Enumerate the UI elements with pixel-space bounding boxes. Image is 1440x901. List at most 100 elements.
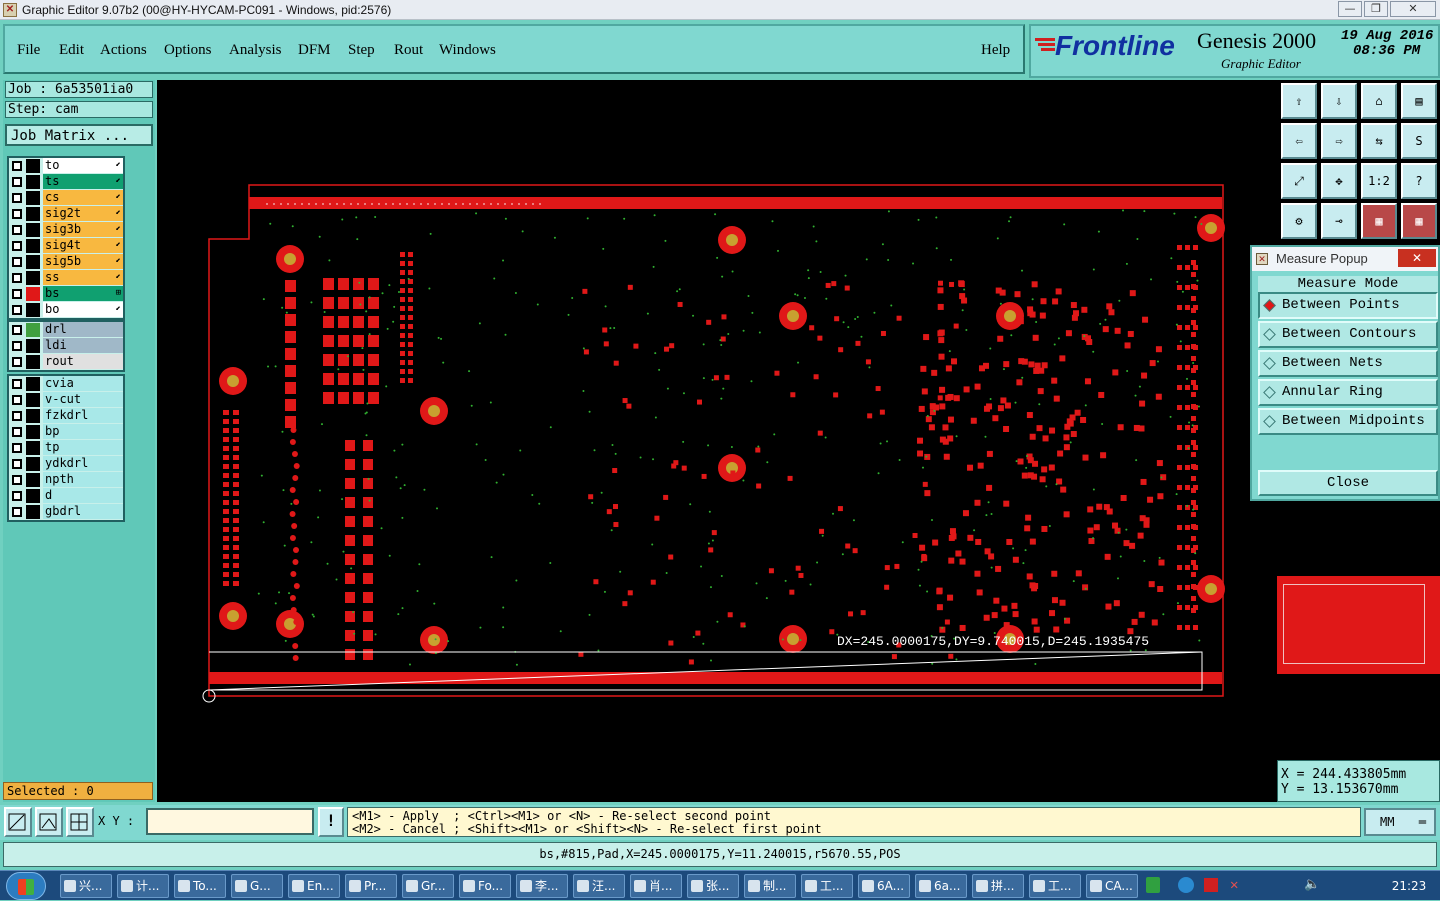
tray-network-icon[interactable]: ✕ <box>1230 877 1238 893</box>
layer-name[interactable]: d <box>43 488 123 503</box>
layer-name[interactable]: bs <box>43 286 123 301</box>
close-button[interactable]: ✕ <box>1390 1 1436 17</box>
layer-row-bo[interactable]: bo ⬋ <box>9 302 123 318</box>
tray-volume-icon[interactable]: 🔈 <box>1304 877 1320 892</box>
layer-name[interactable]: v-cut <box>43 392 123 407</box>
snake-icon[interactable]: S <box>1401 123 1437 159</box>
tray-app-icon[interactable] <box>1146 877 1160 893</box>
taskbar-item[interactable]: 汪... <box>573 874 625 898</box>
ratio-icon[interactable]: 1:2 <box>1361 163 1397 199</box>
layer-row-sig2t[interactable]: sig2t ⬋ <box>9 206 123 222</box>
layer-name[interactable]: sig5b <box>43 254 123 269</box>
taskbar-item[interactable]: CA... <box>1086 874 1138 898</box>
layer-row-to[interactable]: to ⬋ <box>9 158 123 174</box>
taskbar-item[interactable]: 计... <box>117 874 169 898</box>
layer-checkbox[interactable] <box>12 225 22 235</box>
menu-analysis[interactable]: Analysis <box>229 42 282 59</box>
layer-name[interactable]: fzkdrl <box>43 408 123 423</box>
measure-option-0[interactable]: Between Points <box>1258 292 1438 319</box>
layer-checkbox[interactable] <box>12 273 22 283</box>
menu-file[interactable]: File <box>17 42 40 59</box>
layer-checkbox[interactable] <box>12 257 22 267</box>
taskbar-item[interactable]: Gr... <box>402 874 454 898</box>
graphic-canvas[interactable]: DX=245.0000175,DY=9.740015,D=245.1935475 <box>157 80 1277 802</box>
layer-checkbox[interactable] <box>12 305 22 315</box>
layer-row-cvia[interactable]: cvia <box>9 376 123 392</box>
pcb-board-view[interactable] <box>157 80 1277 802</box>
layer-checkbox[interactable] <box>12 357 22 367</box>
center-icon[interactable]: ✥ <box>1321 163 1357 199</box>
taskbar-item[interactable]: 李... <box>516 874 568 898</box>
layer-checkbox[interactable] <box>12 341 22 351</box>
menu-dfm[interactable]: DFM <box>298 42 331 59</box>
taskbar-item[interactable]: 肖... <box>630 874 682 898</box>
layer-row-drl[interactable]: drl <box>9 322 123 338</box>
layer-row-sig3b[interactable]: sig3b ⬋ <box>9 222 123 238</box>
layer-name[interactable]: rout <box>43 354 123 369</box>
right-icon[interactable]: ⇨ <box>1321 123 1357 159</box>
layer-checkbox[interactable] <box>12 395 22 405</box>
layer-name[interactable]: sig4t <box>43 238 123 253</box>
layer-checkbox[interactable] <box>12 459 22 469</box>
layer-checkbox[interactable] <box>12 475 22 485</box>
taskbar-item[interactable]: 工... <box>801 874 853 898</box>
taskbar-item[interactable]: 张... <box>687 874 739 898</box>
layer-name[interactable]: ts <box>43 174 123 189</box>
home-icon[interactable]: ⌂ <box>1361 83 1397 119</box>
tray-browser-icon[interactable] <box>1178 877 1194 893</box>
layer-row-sig4t[interactable]: sig4t ⬋ <box>9 238 123 254</box>
layer-row-gbdrl[interactable]: gbdrl <box>9 504 123 520</box>
layer-name[interactable]: npth <box>43 472 123 487</box>
layer-name[interactable]: cvia <box>43 376 123 391</box>
layer-name[interactable]: gbdrl <box>43 504 123 519</box>
measure-option-4[interactable]: Between Midpoints <box>1258 408 1438 435</box>
layer-checkbox[interactable] <box>12 427 22 437</box>
xy-input[interactable] <box>146 808 314 835</box>
layer-row-sig5b[interactable]: sig5b ⬋ <box>9 254 123 270</box>
layer-checkbox[interactable] <box>12 161 22 171</box>
layer-row-rout[interactable]: rout <box>9 354 123 370</box>
layer-checkbox[interactable] <box>12 507 22 517</box>
taskbar-item[interactable]: Fo... <box>459 874 511 898</box>
menu-actions[interactable]: Actions <box>100 42 147 59</box>
measure-option-2[interactable]: Between Nets <box>1258 350 1438 377</box>
taskbar-item[interactable]: 6A... <box>858 874 910 898</box>
layer-row-tp[interactable]: tp <box>9 440 123 456</box>
layer-checkbox[interactable] <box>12 177 22 187</box>
measure-close-button[interactable]: Close <box>1258 470 1438 496</box>
layer-row-d[interactable]: d <box>9 488 123 504</box>
layer-row-ss[interactable]: ss ⬋ <box>9 270 123 286</box>
taskbar-item[interactable]: 工... <box>1029 874 1081 898</box>
measure-option-1[interactable]: Between Contours <box>1258 321 1438 348</box>
layer-row-npth[interactable]: npth <box>9 472 123 488</box>
grid-icon[interactable] <box>66 807 94 837</box>
layer-row-bs[interactable]: bs ⊞ <box>9 286 123 302</box>
menu-windows[interactable]: Windows <box>439 42 496 59</box>
tray-security-icon[interactable] <box>1204 878 1218 892</box>
fit-icon[interactable]: ⤢ <box>1281 163 1317 199</box>
key-icon[interactable]: ⊸ <box>1321 203 1357 239</box>
menu-options[interactable]: Options <box>164 42 212 59</box>
layer-name[interactable]: sig3b <box>43 222 123 237</box>
job-matrix-button[interactable]: Job Matrix ... <box>5 124 153 146</box>
taskbar-item[interactable]: To... <box>174 874 226 898</box>
layer-name[interactable]: to <box>43 158 123 173</box>
menu-rout[interactable]: Rout <box>394 42 423 59</box>
bottom-view-icon[interactable]: ⇩ <box>1321 83 1357 119</box>
taskbar-item[interactable]: 6a... <box>915 874 967 898</box>
layer-checkbox[interactable] <box>12 491 22 501</box>
layer-checkbox[interactable] <box>12 289 22 299</box>
menu-edit[interactable]: Edit <box>59 42 84 59</box>
layer-a-icon[interactable]: ▦ <box>1361 203 1397 239</box>
layer-row-ldi[interactable]: ldi <box>9 338 123 354</box>
help-icon[interactable]: ? <box>1401 163 1437 199</box>
layer-name[interactable]: ydkdrl <box>43 456 123 471</box>
alert-button[interactable]: ! <box>318 807 344 837</box>
layer-name[interactable]: ss <box>43 270 123 285</box>
taskbar-item[interactable]: 制... <box>744 874 796 898</box>
layer-row-bp[interactable]: bp <box>9 424 123 440</box>
top-view-icon[interactable]: ⇧ <box>1281 83 1317 119</box>
layer-name[interactable]: cs <box>43 190 123 205</box>
layer-name[interactable]: tp <box>43 440 123 455</box>
measure-tool-icon[interactable] <box>35 807 63 837</box>
